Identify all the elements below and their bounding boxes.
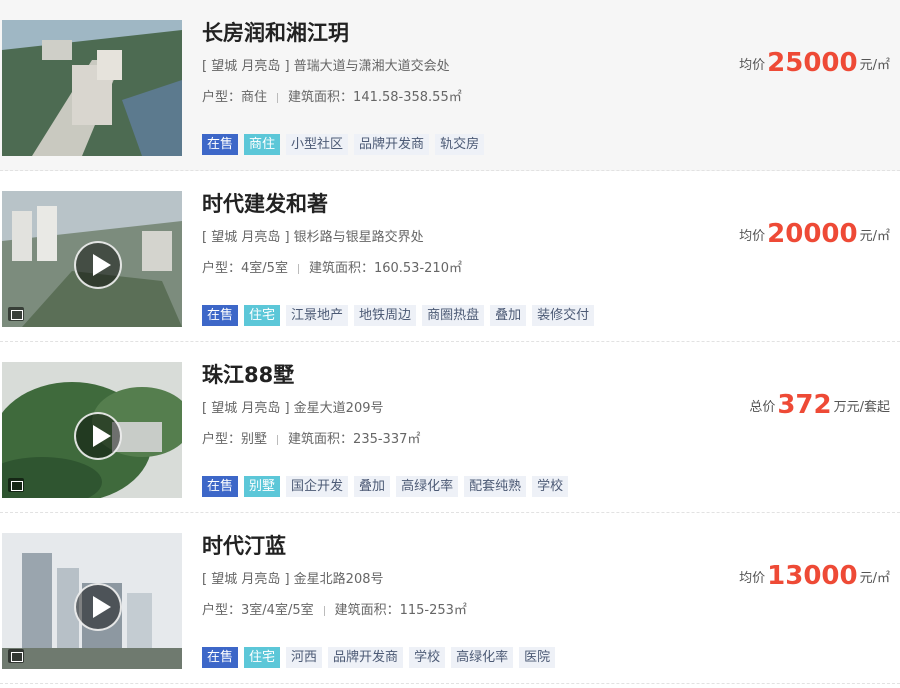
property-type-badge: 住宅 xyxy=(244,305,281,326)
listing-list: 长房润和湘江玥 [ 望城 月亮岛 ] 普瑞大道与潇湘大道交会处 户型：商住 建筑面… xyxy=(0,0,900,684)
album-icon[interactable] xyxy=(8,649,24,663)
tag-list: 在售 住宅 江景地产 地铁周边 商圈热盘 叠加 装修交付 xyxy=(202,305,595,326)
feature-tag: 品牌开发商 xyxy=(354,134,430,155)
tag-list: 在售 别墅 国企开发 叠加 高绿化率 配套纯熟 学校 xyxy=(202,476,569,497)
feature-tag: 医院 xyxy=(519,647,556,668)
price-unit: 万元/套起 xyxy=(833,400,890,415)
feature-tag: 国企开发 xyxy=(286,476,349,497)
feature-tag: 江景地产 xyxy=(286,305,349,326)
listing-address: [ 望城 月亮岛 ] 金星大道209号 xyxy=(202,401,384,416)
specs-type: 3室/4室/5室 xyxy=(241,603,314,618)
listing-specs: 户型：3室/4室/5室 建筑面积：115-253㎡ xyxy=(202,602,467,620)
divider xyxy=(277,92,279,103)
feature-tag: 高绿化率 xyxy=(451,647,514,668)
status-badge: 在售 xyxy=(202,476,239,497)
play-video-icon[interactable] xyxy=(74,583,122,631)
divider xyxy=(297,263,299,274)
property-type-badge: 商住 xyxy=(244,134,281,155)
specs-area-label: 建筑面积： xyxy=(288,90,354,105)
feature-tag: 品牌开发商 xyxy=(328,647,404,668)
listing-title[interactable]: 时代汀蓝 xyxy=(202,533,286,559)
specs-area: 141.58-358.55㎡ xyxy=(353,90,462,105)
listing-address: [ 望城 月亮岛 ] 金星北路208号 xyxy=(202,572,384,587)
specs-type-label: 户型： xyxy=(202,603,242,618)
specs-area-label: 建筑面积： xyxy=(308,261,374,276)
listing-price: 均价13000 元/㎡ xyxy=(739,561,890,594)
album-icon[interactable] xyxy=(8,307,24,321)
specs-type-label: 户型： xyxy=(202,90,242,105)
tag-list: 在售 住宅 河西 品牌开发商 学校 高绿化率 医院 xyxy=(202,647,556,668)
price-value: 25000 xyxy=(767,48,858,78)
feature-tag: 装修交付 xyxy=(532,305,595,326)
tag-list: 在售 商住 小型社区 品牌开发商 轨交房 xyxy=(202,134,485,155)
feature-tag: 学校 xyxy=(532,476,569,497)
listing-title[interactable]: 长房润和湘江玥 xyxy=(202,20,349,46)
specs-area-label: 建筑面积： xyxy=(334,603,400,618)
listing-address: [ 望城 月亮岛 ] 银杉路与银星路交界处 xyxy=(202,230,424,245)
listing-thumbnail[interactable] xyxy=(2,20,182,156)
listing-specs: 户型：4室/5室 建筑面积：160.53-210㎡ xyxy=(202,260,462,278)
listing-item[interactable]: 时代汀蓝 [ 望城 月亮岛 ] 金星北路208号 户型：3室/4室/5室 建筑面积… xyxy=(0,513,900,684)
price-unit: 元/㎡ xyxy=(859,58,890,73)
play-video-icon[interactable] xyxy=(74,412,122,460)
feature-tag: 小型社区 xyxy=(286,134,349,155)
divider xyxy=(323,605,325,616)
listing-price: 总价372 万元/套起 xyxy=(749,390,890,423)
specs-type-label: 户型： xyxy=(202,261,242,276)
specs-type: 商住 xyxy=(241,90,268,105)
specs-area-label: 建筑面积： xyxy=(288,432,354,447)
listing-price: 均价25000 元/㎡ xyxy=(739,48,890,81)
feature-tag: 学校 xyxy=(409,647,446,668)
status-badge: 在售 xyxy=(202,305,239,326)
feature-tag: 配套纯熟 xyxy=(464,476,527,497)
price-label: 均价 xyxy=(739,229,766,244)
listing-item[interactable]: 时代建发和著 [ 望城 月亮岛 ] 银杉路与银星路交界处 户型：4室/5室 建筑面… xyxy=(0,171,900,342)
listing-thumbnail[interactable] xyxy=(2,191,182,327)
price-label: 总价 xyxy=(749,400,776,415)
listing-item[interactable]: 珠江88墅 [ 望城 月亮岛 ] 金星大道209号 户型：别墅 建筑面积：235-… xyxy=(0,342,900,513)
album-icon[interactable] xyxy=(8,478,24,492)
specs-type-label: 户型： xyxy=(202,432,242,447)
listing-title[interactable]: 珠江88墅 xyxy=(202,362,294,388)
feature-tag: 叠加 xyxy=(490,305,527,326)
property-type-badge: 别墅 xyxy=(244,476,281,497)
listing-specs: 户型：商住 建筑面积：141.58-358.55㎡ xyxy=(202,89,462,107)
play-video-icon[interactable] xyxy=(74,241,122,289)
property-type-badge: 住宅 xyxy=(244,647,281,668)
listing-item[interactable]: 长房润和湘江玥 [ 望城 月亮岛 ] 普瑞大道与潇湘大道交会处 户型：商住 建筑面… xyxy=(0,0,900,171)
feature-tag: 河西 xyxy=(286,647,323,668)
feature-tag: 高绿化率 xyxy=(396,476,459,497)
divider xyxy=(277,434,279,445)
listing-address: [ 望城 月亮岛 ] 普瑞大道与潇湘大道交会处 xyxy=(202,59,450,74)
price-value: 372 xyxy=(777,390,832,420)
price-unit: 元/㎡ xyxy=(859,229,890,244)
price-value: 20000 xyxy=(767,219,858,249)
feature-tag: 叠加 xyxy=(354,476,391,497)
listing-thumbnail[interactable] xyxy=(2,362,182,498)
status-badge: 在售 xyxy=(202,647,239,668)
specs-type: 别墅 xyxy=(241,432,268,447)
feature-tag: 地铁周边 xyxy=(354,305,417,326)
price-label: 均价 xyxy=(739,571,766,586)
price-label: 均价 xyxy=(739,58,766,73)
specs-type: 4室/5室 xyxy=(241,261,288,276)
specs-area: 235-337㎡ xyxy=(353,432,421,447)
price-value: 13000 xyxy=(767,561,858,591)
price-unit: 元/㎡ xyxy=(859,571,890,586)
specs-area: 160.53-210㎡ xyxy=(373,261,462,276)
listing-specs: 户型：别墅 建筑面积：235-337㎡ xyxy=(202,431,420,449)
feature-tag: 轨交房 xyxy=(435,134,485,155)
specs-area: 115-253㎡ xyxy=(399,603,467,618)
status-badge: 在售 xyxy=(202,134,239,155)
listing-thumbnail[interactable] xyxy=(2,533,182,669)
listing-price: 均价20000 元/㎡ xyxy=(739,219,890,252)
listing-title[interactable]: 时代建发和著 xyxy=(202,191,328,217)
feature-tag: 商圈热盘 xyxy=(422,305,485,326)
